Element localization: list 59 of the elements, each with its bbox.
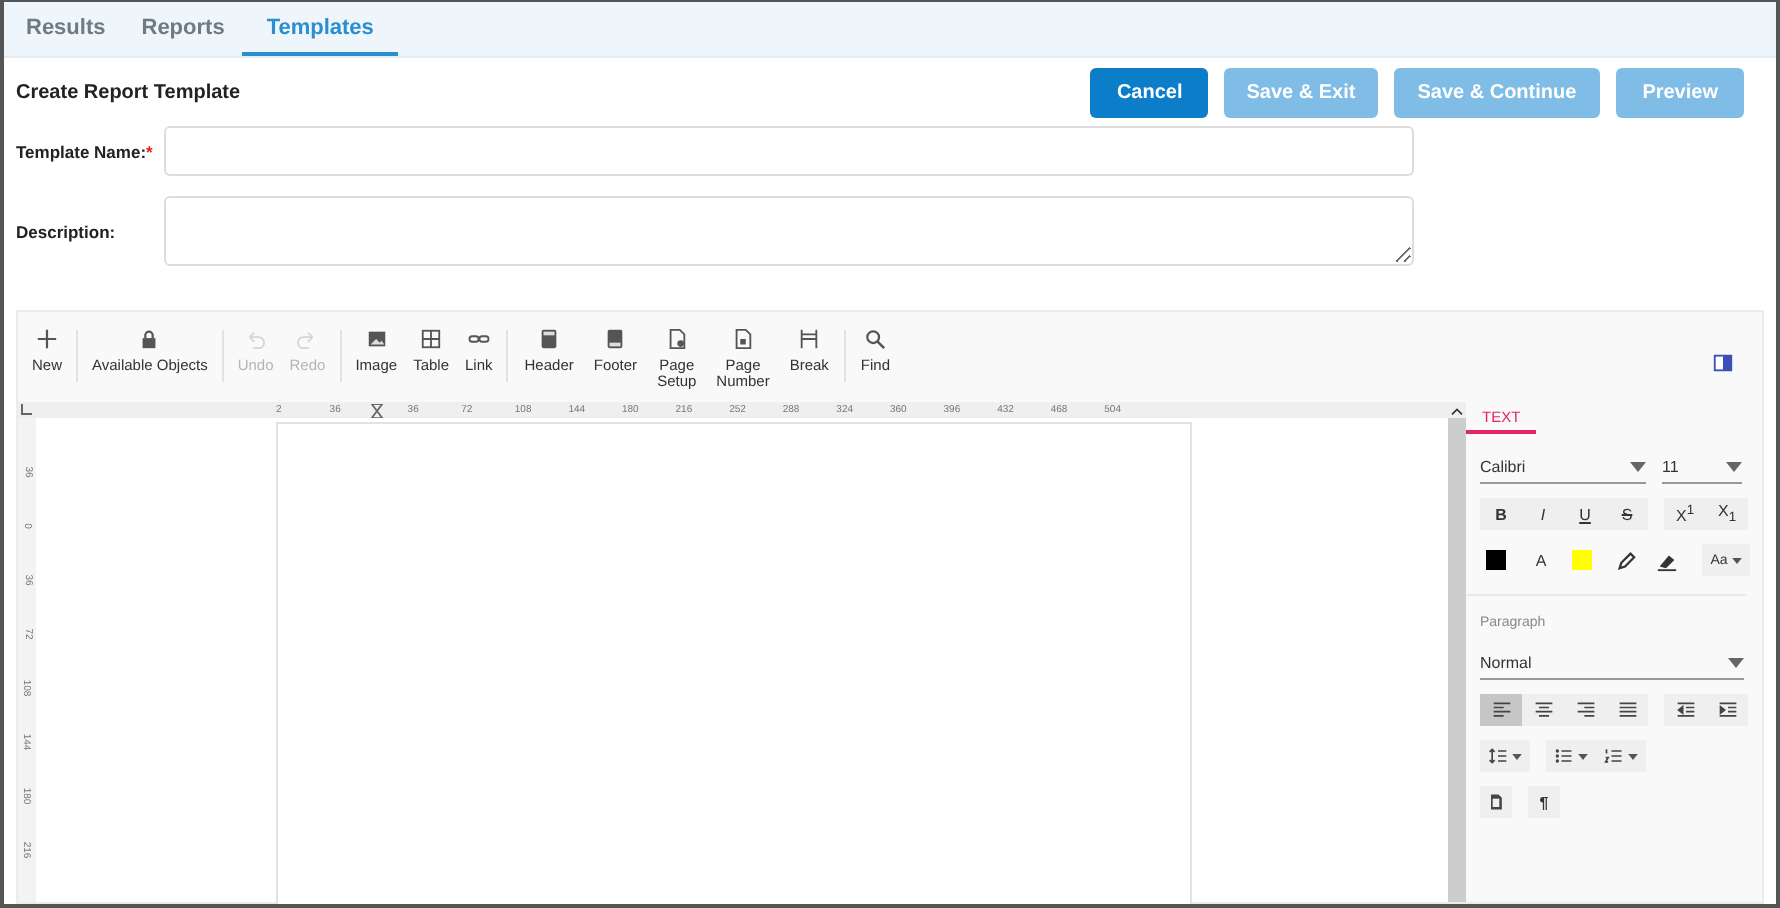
color-swatch[interactable]	[1572, 550, 1592, 570]
tab[interactable]: Results	[8, 2, 124, 56]
caret-icon	[1731, 557, 1742, 563]
header-icon	[538, 328, 561, 350]
justify-icon	[1617, 700, 1637, 720]
format-button[interactable]: I	[1522, 498, 1564, 530]
search-icon	[864, 328, 887, 350]
align-center-icon	[1533, 700, 1553, 720]
scroll-up-icon[interactable]	[1450, 406, 1464, 416]
align-right-icon	[1575, 700, 1595, 720]
caret-icon	[1630, 462, 1646, 472]
table-icon	[420, 328, 443, 350]
numbered-list-icon	[1604, 746, 1624, 766]
footer-icon	[604, 328, 627, 350]
caret-icon	[1726, 462, 1742, 472]
tab[interactable]: Reports	[123, 2, 243, 56]
format-button[interactable]: X$^{1}$	[1664, 498, 1706, 530]
align-button[interactable]	[1480, 694, 1522, 726]
field-label: Template Name:	[16, 141, 147, 161]
line-spacing-button[interactable]	[1480, 740, 1530, 772]
caret-icon	[1728, 658, 1744, 668]
panel-toggle-icon[interactable]	[1712, 352, 1734, 374]
required-mark: *	[146, 141, 153, 161]
formatting-marks-button[interactable]: ¶	[1528, 786, 1560, 818]
redo-icon	[296, 328, 319, 350]
caret-icon	[1512, 753, 1522, 759]
undo-icon	[244, 328, 267, 350]
font-dropdown[interactable]: Calibri	[1480, 452, 1646, 484]
page-title: Create Report Template	[16, 82, 241, 104]
textarea-field[interactable]	[164, 196, 1414, 266]
page-icon	[1486, 792, 1506, 812]
paragraph-style-dropdown[interactable]: Normal	[1480, 648, 1744, 680]
font-color-button[interactable]: A	[1520, 544, 1562, 576]
plus-icon	[36, 328, 58, 350]
caret-icon	[1628, 753, 1638, 759]
format-button[interactable]: X$_{1}$	[1706, 498, 1748, 530]
indent-icon	[1717, 700, 1737, 720]
format-button[interactable]: S	[1606, 498, 1648, 530]
indent-marker-icon[interactable]	[369, 403, 384, 417]
highlighter-icon[interactable]	[1614, 549, 1636, 571]
input-field[interactable]	[164, 126, 1414, 176]
action-button[interactable]: Cancel	[1090, 68, 1209, 118]
lock-icon	[138, 328, 161, 350]
caret-icon	[1578, 753, 1588, 759]
field-label: Description:	[16, 221, 116, 241]
page-button[interactable]	[1480, 786, 1512, 818]
align-left-icon	[1491, 700, 1511, 720]
format-button[interactable]: U	[1564, 498, 1606, 530]
font-size-dropdown[interactable]: 11	[1662, 452, 1742, 484]
outdent-icon	[1675, 700, 1695, 720]
tab-stop-icon[interactable]	[18, 402, 34, 418]
page-setup-icon	[665, 328, 688, 350]
color-swatch[interactable]	[1486, 550, 1506, 570]
image-icon	[365, 328, 388, 350]
line-spacing-icon	[1488, 746, 1508, 766]
bullet-list-icon	[1554, 746, 1574, 766]
page-break-icon	[798, 328, 821, 350]
page-number-icon	[731, 328, 754, 350]
format-button[interactable]: B	[1480, 498, 1522, 530]
